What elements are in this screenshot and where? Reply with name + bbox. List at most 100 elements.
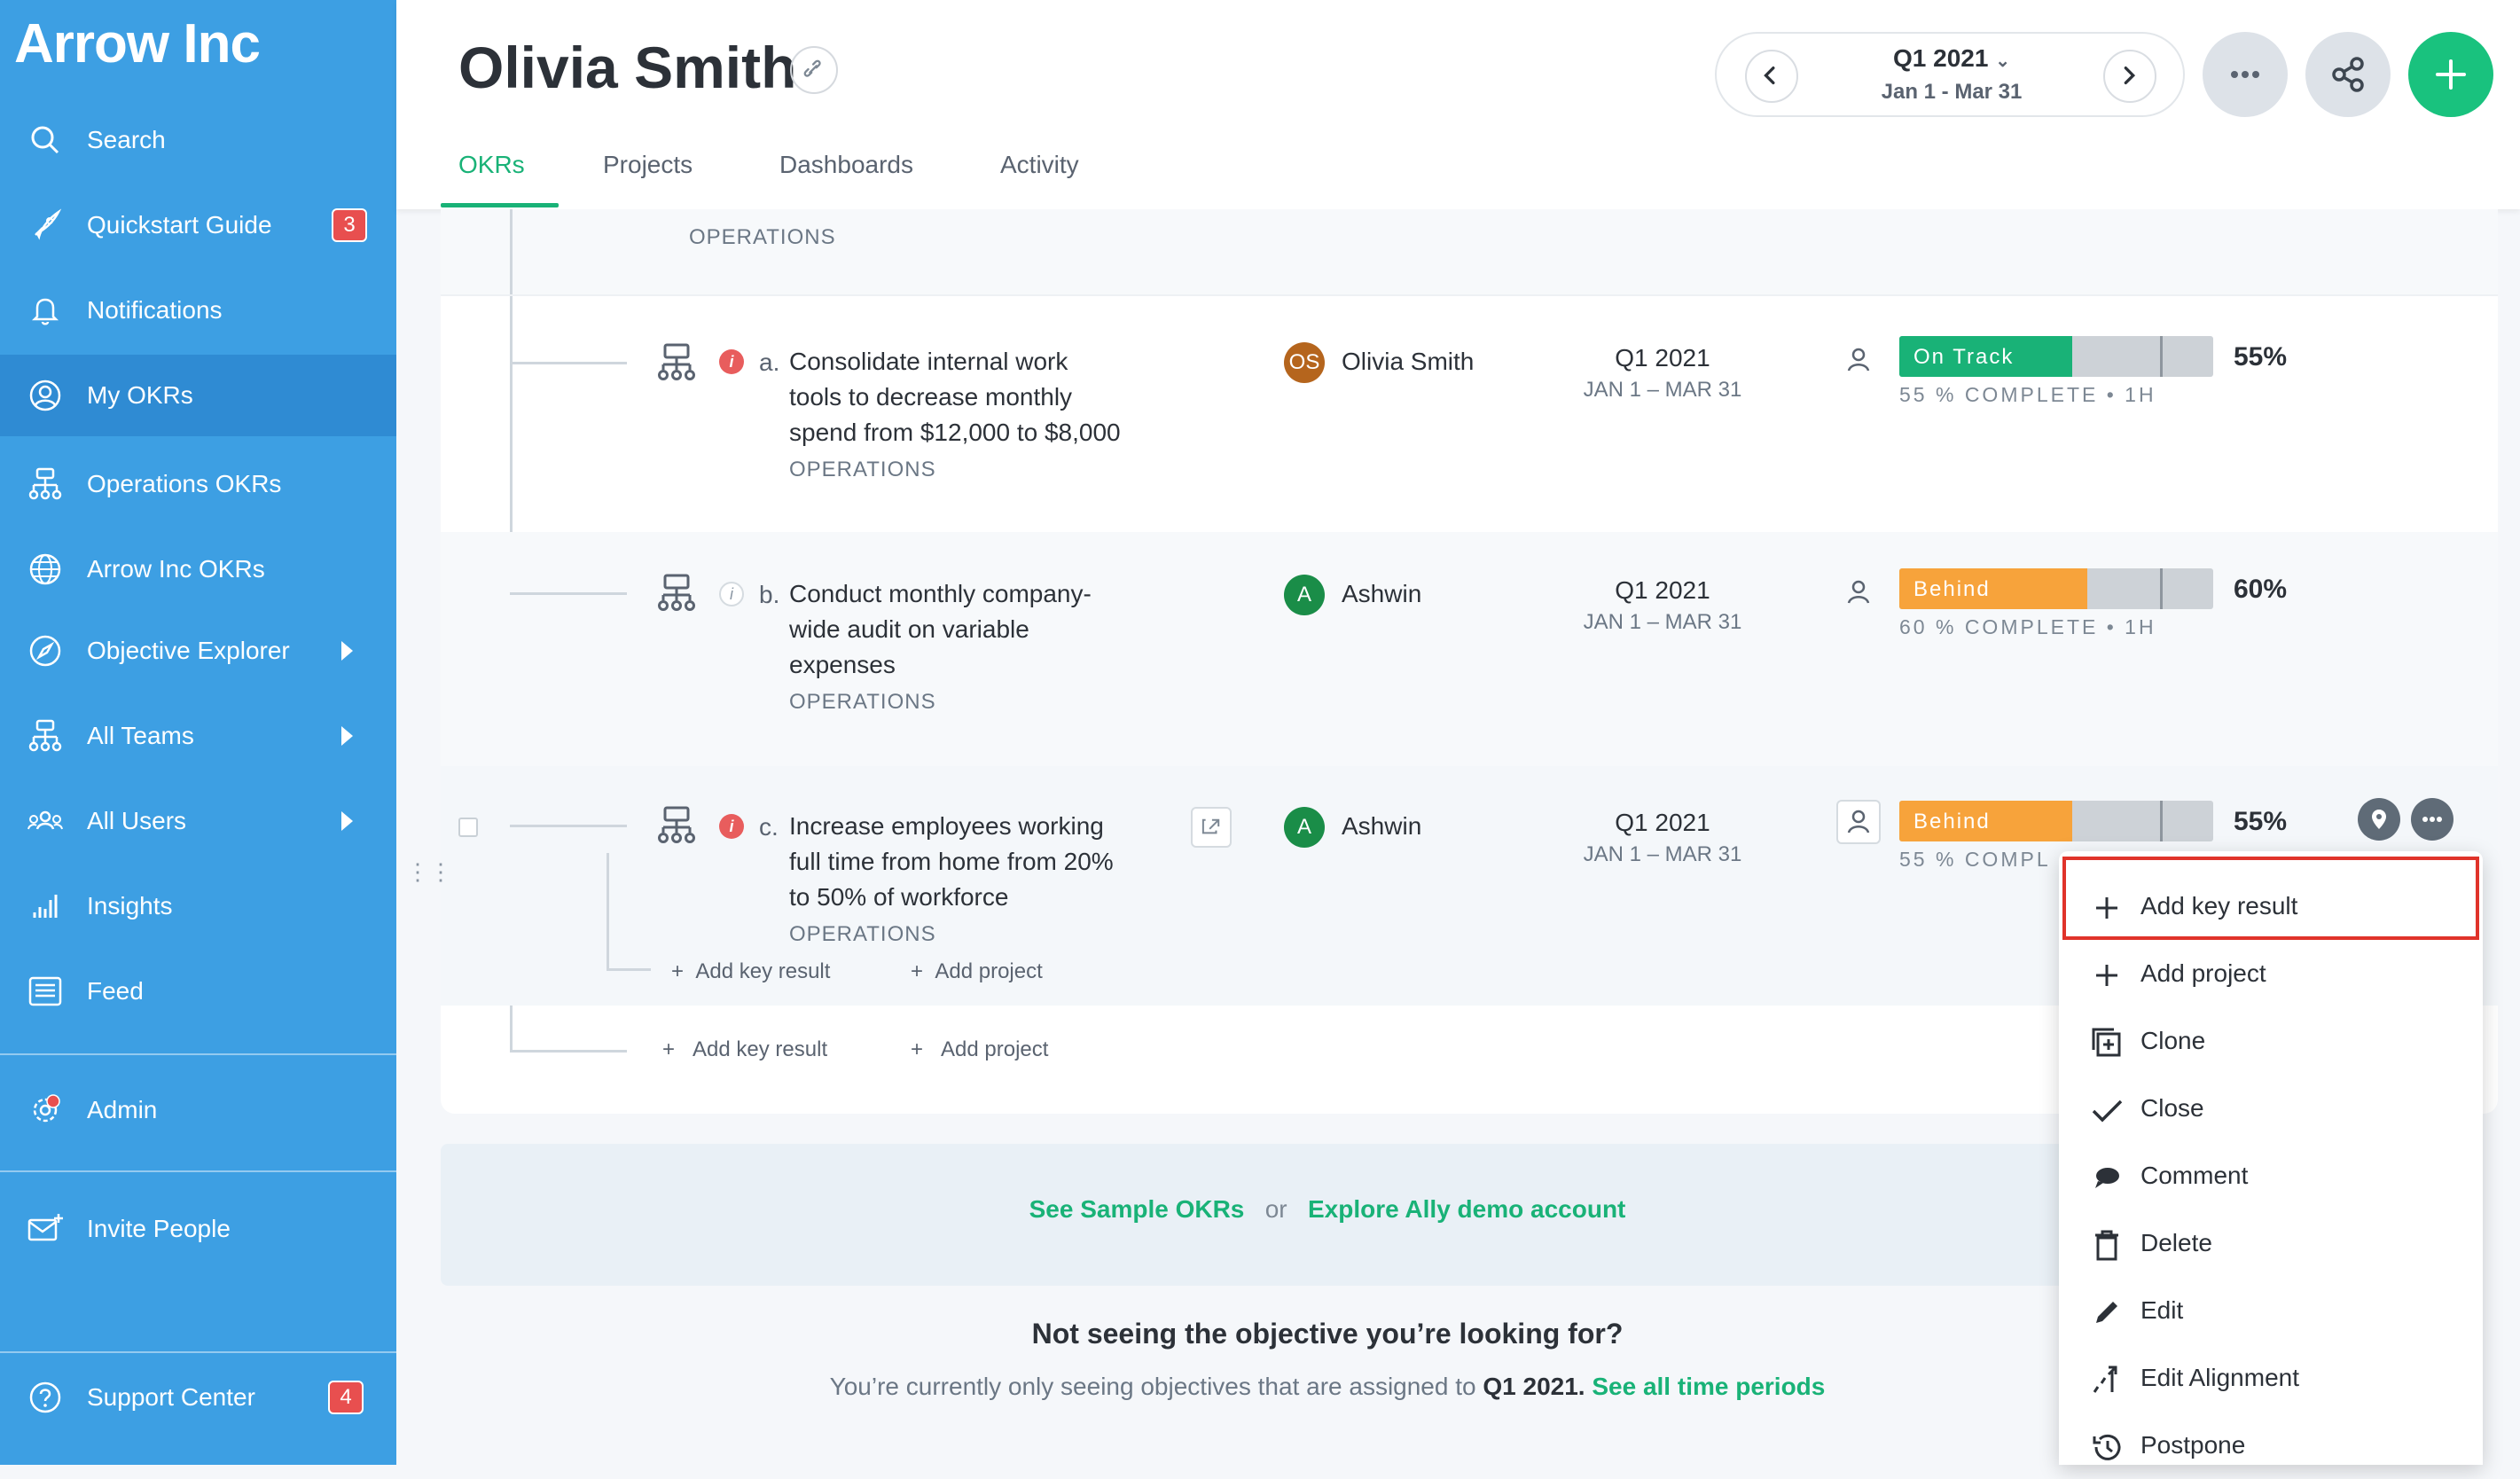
- tab-okrs[interactable]: OKRs: [458, 151, 525, 179]
- teams-icon: [28, 719, 62, 752]
- sidebar-item-my-okrs[interactable]: My OKRs: [0, 355, 396, 436]
- banner-text: See Sample OKRs or Explore Ally demo acc…: [441, 1195, 2214, 1224]
- sidebar-item-label: Support Center: [87, 1383, 255, 1411]
- explore-demo-link[interactable]: Explore Ally demo account: [1308, 1195, 1625, 1223]
- info-icon[interactable]: i: [719, 582, 744, 606]
- avatar[interactable]: A: [1284, 575, 1325, 615]
- see-all-periods-link[interactable]: See all time periods: [1592, 1373, 1825, 1400]
- pin-button[interactable]: [2358, 798, 2400, 841]
- chevron-right-icon: [2124, 67, 2136, 85]
- progress-bar[interactable]: Behind: [1899, 568, 2213, 609]
- drag-handle[interactable]: ⋮⋮: [406, 860, 452, 883]
- title-line: Conduct monthly company-: [789, 580, 1092, 607]
- progress-percent: 60%: [2234, 575, 2288, 604]
- menu-item-label: Edit Alignment: [2140, 1364, 2299, 1391]
- key-result-title[interactable]: Consolidate internal work tools to decre…: [789, 344, 1121, 450]
- progress-target-marker: [2160, 336, 2163, 377]
- add-project-link[interactable]: + Add project: [911, 1037, 1048, 1062]
- menu-item-close[interactable]: Close: [2059, 1075, 2483, 1142]
- progress-target-marker: [2160, 568, 2163, 609]
- link-label: Add key result: [695, 959, 831, 983]
- globe-icon: [29, 553, 61, 585]
- menu-item-delete[interactable]: Delete: [2059, 1209, 2483, 1277]
- ellipsis-icon: [2422, 817, 2442, 822]
- sidebar-item-label: All Users: [87, 807, 187, 834]
- user-circle-icon: [29, 380, 61, 411]
- sidebar-item-quickstart[interactable]: Quickstart Guide 3: [0, 184, 396, 266]
- title-line: Consolidate internal work: [789, 348, 1068, 375]
- sidebar-item-objective-explorer[interactable]: Objective Explorer: [0, 610, 396, 692]
- sidebar-item-support-center[interactable]: Support Center 4: [0, 1357, 396, 1438]
- menu-item-label: Delete: [2140, 1229, 2212, 1256]
- brand-logo[interactable]: Arrow Inc: [14, 12, 261, 75]
- progress-percent: 55%: [2234, 342, 2288, 372]
- search-icon: [31, 126, 59, 154]
- tree-branch: [510, 825, 627, 827]
- clone-icon: [2092, 1028, 2121, 1057]
- link-icon: [803, 59, 821, 77]
- progress-bar[interactable]: On Track: [1899, 336, 2213, 377]
- add-project-link[interactable]: + Add project: [911, 959, 1043, 984]
- sidebar-item-all-teams[interactable]: All Teams: [0, 695, 396, 777]
- sidebar-item-admin[interactable]: Admin: [0, 1069, 396, 1151]
- sidebar-item-operations-okrs[interactable]: Operations OKRs: [0, 443, 396, 525]
- sidebar-item-label: Objective Explorer: [87, 637, 290, 664]
- link-label: Add project: [935, 959, 1043, 983]
- users-icon: [27, 810, 63, 830]
- avatar[interactable]: A: [1284, 807, 1325, 848]
- create-button[interactable]: [2408, 32, 2493, 117]
- more-options-button[interactable]: [2203, 32, 2288, 117]
- menu-item-comment[interactable]: Comment: [2059, 1142, 2483, 1209]
- admin-gear-icon: [33, 1094, 60, 1123]
- menu-item-label: Add project: [2140, 959, 2266, 987]
- menu-item-postpone[interactable]: Postpone: [2059, 1412, 2483, 1479]
- sidebar-item-insights[interactable]: Insights: [0, 865, 396, 947]
- open-external-button[interactable]: [1191, 807, 1232, 848]
- owner-name[interactable]: Ashwin: [1342, 580, 1421, 608]
- see-sample-okrs-link[interactable]: See Sample OKRs: [1029, 1195, 1245, 1223]
- tab-projects[interactable]: Projects: [603, 151, 693, 179]
- sidebar-item-arrow-inc-okrs[interactable]: Arrow Inc OKRs: [0, 528, 396, 610]
- owner-name[interactable]: Olivia Smith: [1342, 348, 1474, 376]
- sidebar-item-label: Arrow Inc OKRs: [87, 555, 265, 583]
- row-index: c.: [759, 813, 779, 841]
- menu-item-edit-alignment[interactable]: Edit Alignment: [2059, 1344, 2483, 1412]
- status-label: Behind: [1913, 810, 1991, 833]
- avatar[interactable]: OS: [1284, 342, 1325, 383]
- owner-name[interactable]: Ashwin: [1342, 812, 1421, 841]
- row-menu-button[interactable]: [2411, 798, 2453, 841]
- pin-icon: [2372, 810, 2386, 829]
- progress-subtext: 60 % COMPLETE • 1H: [1899, 615, 2156, 638]
- key-result-title[interactable]: Increase employees working full time fro…: [789, 809, 1114, 915]
- share-button[interactable]: [2305, 32, 2391, 117]
- tab-activity[interactable]: Activity: [1000, 151, 1079, 179]
- period-selector: Q1 2021 ⌄ Jan 1 - Mar 31: [1715, 32, 2185, 117]
- info-alert-icon[interactable]: i: [719, 349, 744, 374]
- menu-item-add-project[interactable]: Add project: [2059, 940, 2483, 1007]
- sidebar-item-search[interactable]: Search: [0, 99, 396, 181]
- chevron-right-icon: [341, 811, 353, 831]
- menu-item-edit[interactable]: Edit: [2059, 1277, 2483, 1344]
- progress-bar[interactable]: Behind: [1899, 801, 2213, 841]
- tab-dashboards[interactable]: Dashboards: [779, 151, 913, 179]
- bar-chart-icon: [33, 895, 58, 918]
- info-alert-icon[interactable]: i: [719, 814, 744, 839]
- sidebar-divider: [0, 1053, 396, 1055]
- sidebar-item-feed[interactable]: Feed: [0, 951, 396, 1032]
- plus-icon: +: [911, 1037, 942, 1061]
- menu-item-clone[interactable]: Clone: [2059, 1007, 2483, 1075]
- sidebar-item-label: Notifications: [87, 296, 223, 324]
- row-checkbox[interactable]: [458, 818, 478, 837]
- sidebar-item-all-users[interactable]: All Users: [0, 780, 396, 862]
- sidebar-item-notifications[interactable]: Notifications: [0, 270, 396, 351]
- add-key-result-link[interactable]: + Add key result: [662, 1037, 827, 1062]
- copy-link-button[interactable]: [790, 46, 838, 94]
- add-key-result-link[interactable]: + Add key result: [671, 959, 830, 984]
- sidebar-item-invite-people[interactable]: Invite People: [0, 1188, 396, 1270]
- next-period-button[interactable]: [2103, 50, 2156, 103]
- person-icon[interactable]: [1843, 576, 1874, 606]
- sidebar-item-label: My OKRs: [87, 381, 193, 409]
- assign-person-button[interactable]: [1836, 800, 1881, 844]
- person-icon[interactable]: [1843, 344, 1874, 374]
- key-result-title[interactable]: Conduct monthly company- wide audit on v…: [789, 576, 1092, 683]
